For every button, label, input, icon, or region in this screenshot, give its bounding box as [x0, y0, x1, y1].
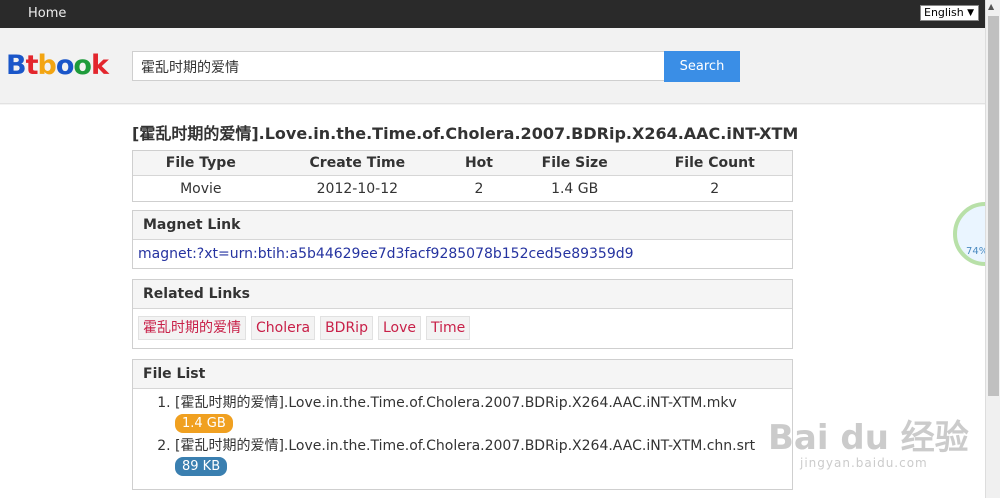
table-header-row: File Type Create Time Hot File Size File… — [133, 151, 792, 176]
related-tag[interactable]: BDRip — [320, 316, 373, 340]
file-name: [霍乱时期的爱情].Love.in.the.Time.of.Cholera.20… — [175, 395, 737, 411]
value-file-type: Movie — [180, 180, 222, 197]
header: Btbook 霍乱时期的爱情 Search — [0, 28, 985, 104]
scroll-up-icon[interactable]: ▲ — [988, 2, 994, 11]
header-create-time: Create Time — [309, 155, 406, 171]
logo-letter: t — [25, 50, 39, 81]
list-item: [霍乱时期的爱情].Love.in.the.Time.of.Cholera.20… — [175, 394, 792, 437]
value-create-time: 2012-10-12 — [316, 180, 399, 197]
site-logo[interactable]: Btbook — [6, 50, 109, 81]
header-file-size: File Size — [541, 155, 608, 171]
magnet-link[interactable]: magnet:?xt=urn:btih:a5b44629ee7d3facf928… — [133, 240, 792, 268]
file-list: [霍乱时期的爱情].Love.in.the.Time.of.Cholera.20… — [133, 389, 792, 480]
magnet-heading: Magnet Link — [133, 211, 792, 240]
logo-letter: o — [73, 50, 92, 81]
home-link[interactable]: Home — [28, 6, 66, 21]
related-links-panel: Related Links 霍乱时期的爱情 Cholera BDRip Love… — [132, 279, 793, 349]
baidu-watermark: Bai du 经验 jingyan.baidu.com — [760, 388, 980, 488]
page-title: [霍乱时期的爱情].Love.in.the.Time.of.Cholera.20… — [132, 124, 799, 143]
header-file-type: File Type — [165, 155, 236, 171]
related-tag[interactable]: 霍乱时期的爱情 — [138, 316, 246, 340]
value-file-count: 2 — [710, 180, 720, 197]
value-file-size: 1.4 GB — [551, 180, 599, 197]
table-row: Movie 2012-10-12 2 1.4 GB 2 — [133, 176, 792, 201]
top-nav-bar: Home English ▼ — [0, 0, 985, 28]
value-hot: 2 — [474, 180, 484, 197]
vertical-scrollbar[interactable]: ▲ — [985, 0, 1000, 498]
logo-letter: k — [90, 50, 109, 81]
scrollbar-thumb[interactable] — [988, 16, 999, 396]
file-name: [霍乱时期的爱情].Love.in.the.Time.of.Cholera.20… — [175, 438, 756, 454]
header-file-count: File Count — [674, 155, 755, 171]
header-hot: Hot — [464, 155, 493, 171]
related-heading: Related Links — [133, 280, 792, 309]
language-selected: English — [924, 6, 964, 19]
logo-letter: B — [6, 50, 27, 81]
related-tag[interactable]: Love — [377, 316, 421, 340]
watermark-url: jingyan.baidu.com — [800, 456, 928, 470]
related-tag[interactable]: Time — [425, 316, 471, 340]
logo-letter: b — [37, 50, 57, 81]
magnet-panel: Magnet Link magnet:?xt=urn:btih:a5b44629… — [132, 210, 793, 269]
file-list-panel: File List [霍乱时期的爱情].Love.in.the.Time.of.… — [132, 359, 793, 490]
related-tags: 霍乱时期的爱情 Cholera BDRip Love Time — [133, 309, 792, 347]
list-item: [霍乱时期的爱情].Love.in.the.Time.of.Cholera.20… — [175, 437, 792, 480]
logo-letter: o — [55, 50, 75, 81]
search-input[interactable]: 霍乱时期的爱情 — [132, 51, 665, 81]
file-list-heading: File List — [133, 360, 792, 389]
watermark-logo: Bai du 经验 — [768, 418, 969, 458]
file-info-table: File Type Create Time Hot File Size File… — [132, 150, 793, 202]
search-button[interactable]: Search — [664, 51, 740, 82]
file-size-badge: 1.4 GB — [175, 414, 233, 433]
file-size-badge: 89 KB — [175, 457, 228, 476]
chevron-down-icon: ▼ — [967, 8, 974, 18]
language-select[interactable]: English ▼ — [920, 5, 979, 21]
related-tag[interactable]: Cholera — [251, 316, 316, 340]
